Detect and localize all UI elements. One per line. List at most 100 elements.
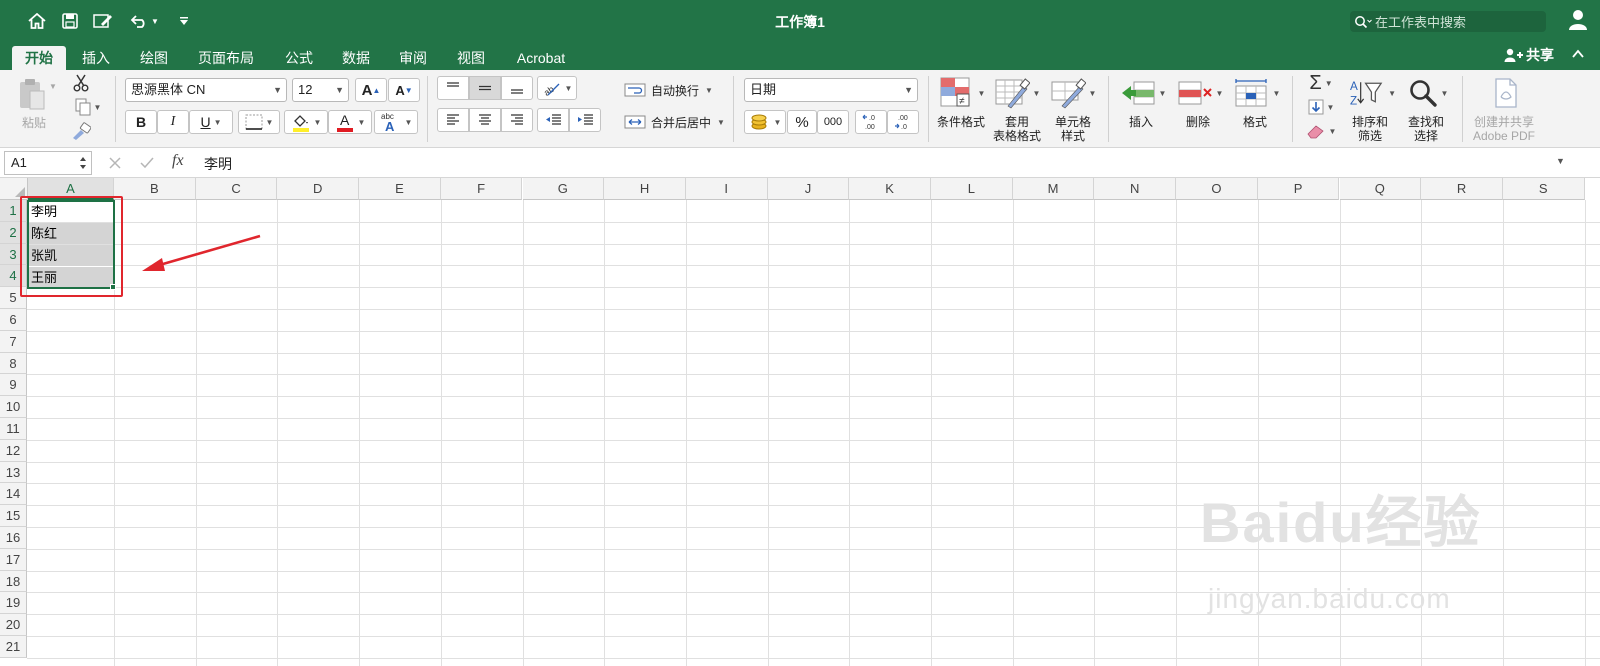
italic-button[interactable]: I: [157, 110, 189, 134]
column-header-q[interactable]: Q: [1339, 178, 1422, 200]
align-middle-button[interactable]: [469, 76, 501, 100]
font-color-button[interactable]: A ▼: [328, 110, 372, 134]
column-header-c[interactable]: C: [195, 178, 278, 200]
delete-cells-button[interactable]: ▼: [1175, 76, 1225, 110]
tab-insert[interactable]: 插入: [74, 46, 118, 70]
find-select-button[interactable]: ▼: [1404, 76, 1452, 110]
cancel-entry-icon[interactable]: [106, 155, 124, 171]
insert-function-button[interactable]: fx: [172, 152, 184, 170]
column-header-m[interactable]: M: [1012, 178, 1095, 200]
accounting-format-button[interactable]: ▼: [744, 110, 786, 134]
collapse-ribbon-icon[interactable]: [1572, 46, 1584, 62]
decrease-font-size-button[interactable]: A ▼: [388, 78, 420, 102]
paste-icon[interactable]: [14, 76, 50, 114]
column-header-n[interactable]: N: [1094, 178, 1177, 200]
row-header-17[interactable]: 17: [0, 548, 27, 571]
tab-formulas[interactable]: 公式: [277, 46, 321, 70]
comma-style-button[interactable]: 000: [817, 110, 849, 134]
row-header-21[interactable]: 21: [0, 636, 27, 658]
cell-styles-button[interactable]: ▼: [1048, 76, 1098, 110]
text-effects-button[interactable]: abc A ▼: [374, 110, 418, 134]
font-name-select[interactable]: 思源黑体 CN ▼: [125, 78, 287, 102]
column-header-p[interactable]: P: [1257, 178, 1340, 200]
column-header-j[interactable]: J: [767, 178, 850, 200]
autosum-button[interactable]: Σ ▼: [1303, 72, 1339, 94]
row-header-10[interactable]: 10: [0, 396, 27, 418]
format-as-table-button[interactable]: ▼: [992, 76, 1042, 110]
fill-color-button[interactable]: ▼: [284, 110, 328, 134]
tab-view[interactable]: 视图: [449, 46, 493, 70]
underline-button[interactable]: U ▼: [189, 110, 233, 134]
increase-decimal-button[interactable]: .0.00: [855, 110, 887, 134]
profile-icon[interactable]: [1566, 8, 1588, 35]
merge-center-button[interactable]: 合并后居中 ▼: [624, 110, 725, 134]
percent-button[interactable]: %: [787, 110, 817, 134]
align-center-button[interactable]: [469, 108, 501, 132]
tab-home[interactable]: 开始: [12, 46, 66, 70]
column-header-d[interactable]: D: [277, 178, 360, 200]
tab-data[interactable]: 数据: [334, 46, 378, 70]
tab-draw[interactable]: 绘图: [132, 46, 176, 70]
format-painter-icon[interactable]: [70, 120, 92, 142]
sort-filter-button[interactable]: AZ ▼: [1348, 76, 1396, 110]
column-header-f[interactable]: F: [440, 178, 523, 200]
row-header-15[interactable]: 15: [0, 505, 27, 527]
row-header-8[interactable]: 8: [0, 352, 27, 375]
create-pdf-icon[interactable]: [1488, 76, 1524, 110]
increase-indent-button[interactable]: [569, 108, 601, 132]
number-format-select[interactable]: 日期 ▼: [744, 78, 918, 102]
insert-cells-button[interactable]: ▼: [1118, 76, 1168, 110]
format-cells-button[interactable]: ▼: [1232, 76, 1282, 110]
row-header-19[interactable]: 19: [0, 592, 27, 615]
cut-icon[interactable]: [70, 72, 92, 94]
row-header-14[interactable]: 14: [0, 483, 27, 506]
tab-review[interactable]: 审阅: [391, 46, 435, 70]
bold-button[interactable]: B: [125, 110, 157, 134]
column-header-o[interactable]: O: [1176, 178, 1258, 200]
row-header-7[interactable]: 7: [0, 330, 27, 353]
fill-button[interactable]: ▼: [1303, 96, 1339, 118]
column-header-r[interactable]: R: [1421, 178, 1503, 200]
decrease-indent-button[interactable]: [537, 108, 569, 132]
decrease-decimal-button[interactable]: .00.0: [887, 110, 919, 134]
name-box[interactable]: A1: [4, 151, 92, 175]
clear-button[interactable]: ▼: [1303, 120, 1339, 142]
conditional-format-button[interactable]: ≠ ▼: [938, 76, 986, 110]
orientation-button[interactable]: ab ▼: [537, 76, 577, 100]
row-header-13[interactable]: 13: [0, 461, 27, 484]
row-header-18[interactable]: 18: [0, 570, 27, 593]
column-header-b[interactable]: B: [114, 178, 196, 200]
align-bottom-button[interactable]: [501, 76, 533, 100]
column-header-e[interactable]: E: [359, 178, 441, 200]
column-header-g[interactable]: G: [522, 178, 605, 200]
tab-acrobat[interactable]: Acrobat: [508, 46, 574, 70]
row-header-20[interactable]: 20: [0, 614, 27, 636]
font-size-select[interactable]: 12 ▼: [292, 78, 349, 102]
wrap-text-button[interactable]: 自动换行 ▼: [624, 78, 713, 102]
align-right-button[interactable]: [501, 108, 533, 132]
share-button[interactable]: 共享: [1504, 45, 1554, 65]
row-header-9[interactable]: 9: [0, 374, 27, 397]
formula-input[interactable]: 李明: [204, 154, 232, 174]
find-select-label-line1: 查找和: [1407, 115, 1444, 129]
row-header-16[interactable]: 16: [0, 527, 27, 549]
column-header-h[interactable]: H: [604, 178, 686, 200]
row-header-11[interactable]: 11: [0, 418, 27, 440]
tab-page-layout[interactable]: 页面布局: [190, 46, 262, 70]
align-top-button[interactable]: [437, 76, 469, 100]
row-header-12[interactable]: 12: [0, 439, 27, 462]
borders-button[interactable]: ▼: [238, 110, 280, 134]
align-left-button[interactable]: [437, 108, 469, 132]
increase-font-size-button[interactable]: A ▲: [355, 78, 387, 102]
paste-dropdown-icon[interactable]: ▼: [48, 82, 58, 91]
column-header-s[interactable]: S: [1502, 178, 1585, 200]
copy-icon[interactable]: ▼: [70, 96, 106, 118]
expand-formula-bar-icon[interactable]: ▼: [1556, 156, 1565, 166]
sheet-search-input[interactable]: 在工作表中搜索: [1350, 11, 1546, 32]
worksheet-grid[interactable]: ABCDEFGHIJKLMNOPQRS 1 2 3 4 5 6 7 8 9 10 11 12 13 14 1…: [0, 178, 1600, 666]
column-header-l[interactable]: L: [931, 178, 1013, 200]
confirm-entry-icon[interactable]: [138, 155, 156, 171]
column-header-k[interactable]: K: [849, 178, 931, 200]
column-header-i[interactable]: I: [685, 178, 768, 200]
row-header-6[interactable]: 6: [0, 309, 27, 331]
